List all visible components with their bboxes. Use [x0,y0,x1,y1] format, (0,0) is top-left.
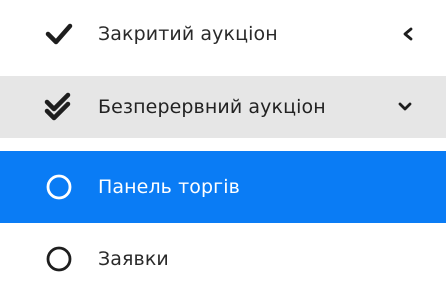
chevron-left-icon[interactable] [400,26,416,42]
menu-item-closed-auction[interactable]: Закритий аукціон [0,6,446,62]
menu-item-continuous-auction[interactable]: Безперервний аукціон [0,76,446,138]
circle-icon [44,244,74,274]
double-check-icon [44,92,74,122]
chevron-down-icon[interactable] [397,99,413,115]
navigation-menu: Закритий аукціон Безперервний аукціон Па… [0,0,446,282]
menu-item-bids[interactable]: Заявки [0,236,446,282]
check-icon [44,19,74,49]
menu-item-label: Панель торгів [98,176,240,198]
menu-item-trading-panel[interactable]: Панель торгів [0,151,446,223]
menu-item-label: Заявки [98,248,169,270]
menu-item-label: Закритий аукціон [98,23,278,45]
menu-item-label: Безперервний аукціон [98,96,326,118]
circle-icon [44,172,74,202]
